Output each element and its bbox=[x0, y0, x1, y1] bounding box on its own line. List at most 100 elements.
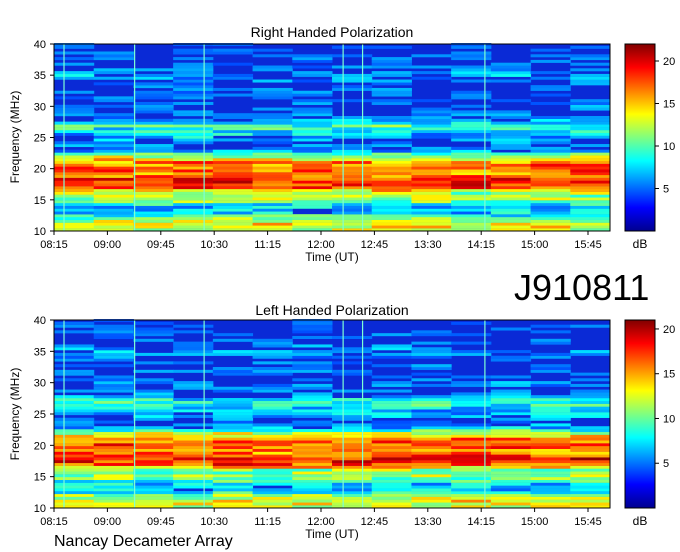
spectrogram-cell bbox=[530, 381, 571, 385]
spectrogram-cell bbox=[490, 488, 532, 492]
spectrogram-cell bbox=[173, 205, 214, 209]
spectrogram-cell bbox=[252, 400, 293, 404]
spectrogram-cell bbox=[93, 335, 134, 339]
x-tick-label: 15:00 bbox=[521, 239, 549, 251]
spectrogram-cell bbox=[371, 409, 412, 413]
x-tick-label: 14:15 bbox=[467, 239, 495, 251]
spectrogram-cell bbox=[93, 130, 134, 134]
spectrogram-cell bbox=[133, 426, 174, 430]
spectrogram-cell bbox=[411, 448, 452, 452]
spectrogram-cell bbox=[570, 448, 611, 452]
spectrogram-cell bbox=[212, 121, 254, 125]
spectrogram-cell bbox=[411, 341, 452, 345]
spectrogram-cell bbox=[292, 369, 333, 373]
spectrogram-cell bbox=[133, 454, 174, 458]
spectrogram-cell bbox=[332, 155, 373, 159]
spectrogram-cell bbox=[252, 434, 293, 438]
spectrogram-cell bbox=[93, 166, 134, 170]
spectrogram-cell bbox=[411, 163, 452, 167]
spectrogram-cell bbox=[371, 158, 412, 162]
spectrogram-cell bbox=[570, 155, 611, 159]
spectrogram-cell bbox=[530, 163, 571, 167]
x-tick-label: 08:15 bbox=[40, 516, 68, 528]
spectrogram-cell bbox=[411, 160, 452, 164]
spectrogram-cell bbox=[332, 389, 373, 393]
spectrogram-cell bbox=[490, 355, 532, 359]
spectrogram-cell bbox=[490, 113, 532, 117]
spectrogram-cell bbox=[173, 383, 214, 387]
spectrogram-cell bbox=[371, 381, 412, 385]
spectrogram-cell bbox=[490, 65, 532, 69]
spectrogram-cell bbox=[173, 381, 214, 385]
spectrogram-cell bbox=[133, 409, 174, 413]
spectrogram-cell bbox=[252, 412, 293, 416]
spectrogram-cell bbox=[93, 169, 134, 173]
spectrogram-cell bbox=[530, 476, 571, 480]
spectrogram-cell bbox=[570, 174, 611, 178]
spectrogram-cell bbox=[54, 194, 95, 198]
spectrogram-cell bbox=[490, 135, 532, 139]
spectrogram-cell bbox=[570, 412, 611, 416]
spectrogram-cell bbox=[411, 149, 452, 153]
spectrogram-cell bbox=[292, 383, 333, 387]
spectrogram-cell bbox=[93, 82, 134, 86]
spectrogram-cell bbox=[490, 225, 532, 229]
spectrogram-cell bbox=[530, 188, 571, 192]
spectrogram-cell bbox=[411, 454, 452, 458]
spectrogram-cell bbox=[530, 429, 571, 433]
spectrogram-cell bbox=[371, 423, 412, 427]
spectrogram-cell bbox=[93, 471, 134, 475]
spectrogram-cell bbox=[54, 406, 95, 410]
spectrogram-cell bbox=[173, 68, 214, 72]
spectrogram-cell bbox=[93, 445, 134, 449]
spectrogram-cell bbox=[252, 113, 293, 117]
spectrogram-cell bbox=[371, 364, 412, 368]
spectrogram-cell bbox=[212, 367, 254, 371]
spectrogram-cell bbox=[570, 474, 611, 478]
spectrogram-cell bbox=[212, 225, 254, 229]
spectrogram-cell bbox=[530, 135, 571, 139]
spectrogram-cell bbox=[371, 448, 412, 452]
spectrogram-cell bbox=[490, 183, 532, 187]
spectrogram-cell bbox=[54, 205, 95, 209]
spectrogram-cell bbox=[54, 186, 95, 190]
spectrogram-cell bbox=[371, 149, 412, 153]
spectrogram-cell bbox=[133, 493, 174, 497]
spectrogram-cell bbox=[570, 460, 611, 464]
spectrogram-cell bbox=[133, 211, 174, 215]
spectrogram-cell bbox=[133, 395, 174, 399]
spectrogram-cell bbox=[173, 121, 214, 125]
spectrogram-cell bbox=[212, 188, 254, 192]
spectrogram-cell bbox=[93, 96, 134, 100]
spectrogram-cell bbox=[93, 409, 134, 413]
spectrogram-cell bbox=[570, 101, 611, 105]
spectrogram-cell bbox=[252, 96, 293, 100]
spectrogram-cell bbox=[93, 113, 134, 117]
spectrogram-cell bbox=[54, 214, 95, 218]
spectrogram-cell bbox=[490, 160, 532, 164]
spectrogram-cell bbox=[54, 372, 95, 376]
spectrogram-cell bbox=[133, 448, 174, 452]
spectrogram-cell bbox=[371, 437, 412, 441]
spectrogram-cell bbox=[54, 468, 95, 472]
spectrogram-cell bbox=[371, 183, 412, 187]
spectrogram-cell bbox=[490, 197, 532, 201]
spectrogram-cell bbox=[371, 141, 412, 145]
spectrogram-cell bbox=[292, 457, 333, 461]
spectrogram-cell bbox=[54, 71, 95, 75]
spectrogram-cell bbox=[252, 115, 293, 119]
spectrogram-cell bbox=[133, 445, 174, 449]
spectrogram-cell bbox=[371, 93, 412, 97]
spectrogram-cell bbox=[292, 451, 333, 455]
spectrogram-cell bbox=[332, 400, 373, 404]
spectrogram-cell bbox=[173, 471, 214, 475]
spectrogram-cell bbox=[490, 485, 532, 489]
spectrogram-cell bbox=[332, 499, 373, 503]
spectrogram-cell bbox=[54, 443, 95, 447]
spectrogram-cell bbox=[332, 166, 373, 170]
spectrogram-cell bbox=[490, 465, 532, 469]
spectrogram-cell bbox=[292, 403, 333, 407]
spectrogram-cell bbox=[93, 355, 134, 359]
spectrogram-cell bbox=[570, 180, 611, 184]
spectrogram-cell bbox=[133, 482, 174, 486]
